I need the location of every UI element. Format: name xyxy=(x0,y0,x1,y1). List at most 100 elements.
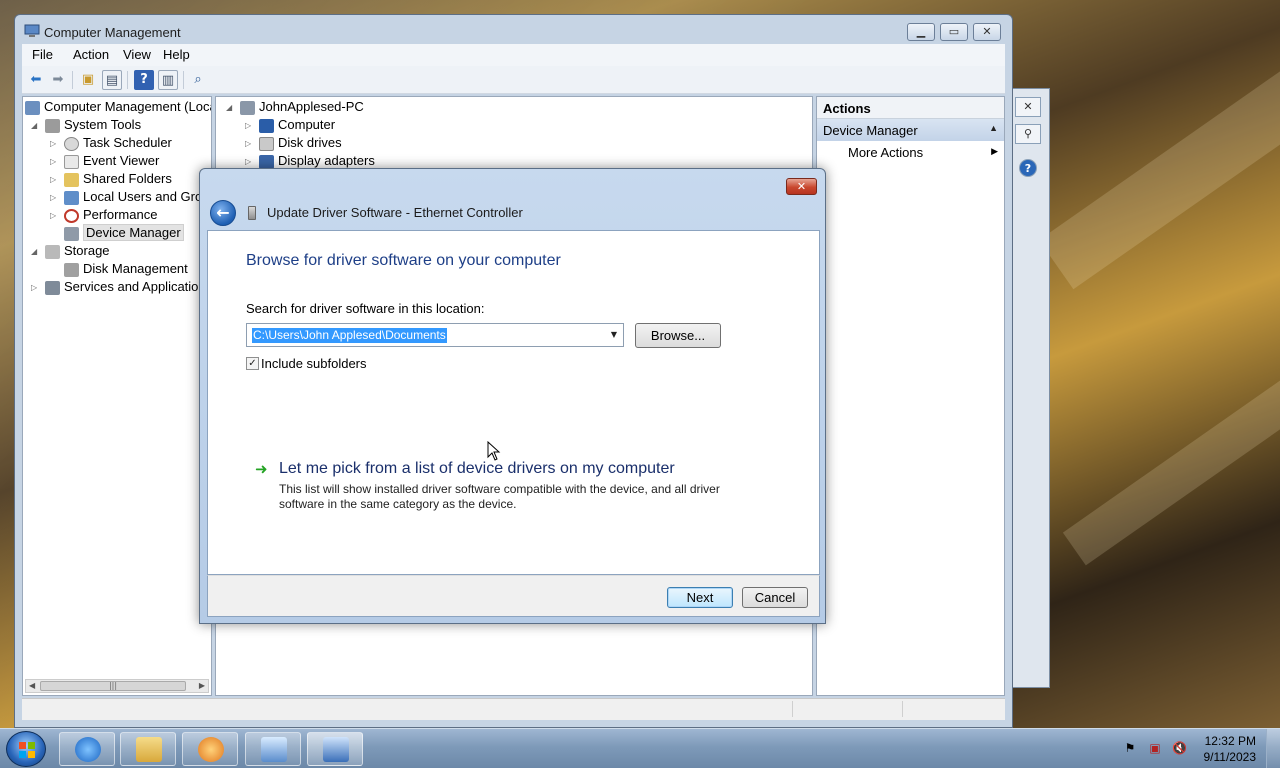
show-desktop-button[interactable] xyxy=(1266,729,1280,768)
collapse-section-icon[interactable]: ▲ xyxy=(989,123,998,133)
device-category-disk-drives[interactable]: ▷ Disk drives xyxy=(245,134,342,152)
menu-action[interactable]: Action xyxy=(73,47,109,62)
more-actions-item[interactable]: More Actions ▶ xyxy=(817,141,1004,163)
taskbar: ⚑ ▣ 🔇 12:32 PM 9/11/2023 xyxy=(0,728,1280,768)
search-icon[interactable]: ⚲ xyxy=(1015,124,1041,144)
expand-icon[interactable]: ▷ xyxy=(50,207,60,225)
services-icon xyxy=(45,280,60,295)
toolbar: ⬅ ➡ ▣ ▤ ? ▥ ⌕ xyxy=(22,66,1005,94)
forward-arrow-icon[interactable]: ➡ xyxy=(48,70,68,90)
search-location-label: Search for driver software in this locat… xyxy=(246,301,485,316)
folder-icon xyxy=(136,737,162,762)
volume-muted-icon[interactable]: 🔇 xyxy=(1172,741,1187,755)
maximize-button[interactable]: ▭ xyxy=(940,23,968,41)
dropdown-arrow-icon[interactable]: ▼ xyxy=(607,327,621,343)
computer-icon xyxy=(259,118,274,133)
tree-item-event-viewer[interactable]: ▷ Event Viewer xyxy=(50,152,159,170)
cancel-button[interactable]: Cancel xyxy=(742,587,808,608)
wallpaper-stripe xyxy=(1062,314,1280,566)
horizontal-scrollbar[interactable]: ◀ ||| ▶ xyxy=(25,679,209,693)
collapse-icon[interactable]: ◢ xyxy=(31,117,41,135)
actions-section-device-manager[interactable]: Device Manager ▲ xyxy=(817,119,1004,141)
dialog-title: Update Driver Software - Ethernet Contro… xyxy=(267,205,523,220)
device-root[interactable]: ◢ JohnApplesed-PC xyxy=(226,98,364,116)
back-button[interactable]: ← xyxy=(210,200,236,226)
driver-path-combobox[interactable]: C:\Users\John Applesed\Documents ▼ xyxy=(246,323,624,347)
expand-icon[interactable]: ▷ xyxy=(50,153,60,171)
media-player-icon xyxy=(198,737,224,762)
scan-hardware-icon[interactable]: ⌕ xyxy=(188,70,208,90)
dialog-close-button[interactable]: ✕ xyxy=(786,178,817,195)
computer-management-icon xyxy=(25,100,40,115)
status-cell xyxy=(792,701,793,717)
show-hide-tree-icon[interactable]: ▤ xyxy=(102,70,122,90)
tree-item-computer-management[interactable]: Computer Management (Local xyxy=(25,98,211,116)
start-button[interactable] xyxy=(6,731,46,767)
action-center-flag-icon[interactable]: ⚑ xyxy=(1123,741,1137,755)
scroll-right-icon[interactable]: ▶ xyxy=(199,680,205,692)
driver-path-value[interactable]: C:\Users\John Applesed\Documents xyxy=(252,328,447,343)
include-subfolders-checkbox[interactable]: ✓ xyxy=(246,357,259,370)
tree-item-task-scheduler[interactable]: ▷ Task Scheduler xyxy=(50,134,172,152)
toolbar-separator xyxy=(127,71,128,89)
menu-file[interactable]: File xyxy=(32,47,53,62)
taskbar-control-panel[interactable] xyxy=(245,732,301,766)
menu-view[interactable]: View xyxy=(123,47,151,62)
green-arrow-icon: ➜ xyxy=(255,460,268,478)
include-subfolders-label[interactable]: Include subfolders xyxy=(261,356,367,371)
help-icon[interactable]: ? xyxy=(1019,159,1037,177)
tools-icon xyxy=(45,118,60,133)
up-folder-icon[interactable]: ▣ xyxy=(78,70,98,90)
device-category-computer[interactable]: ▷ Computer xyxy=(245,116,335,134)
close-icon[interactable]: ✕ xyxy=(1015,97,1041,117)
users-icon xyxy=(64,190,79,205)
tree-item-device-manager[interactable]: Device Manager xyxy=(60,224,184,242)
disk-icon xyxy=(64,262,79,277)
taskbar-computer-management[interactable] xyxy=(307,732,363,766)
browse-button[interactable]: Browse... xyxy=(635,323,721,348)
storage-icon xyxy=(45,244,60,259)
tree-item-shared-folders[interactable]: ▷ Shared Folders xyxy=(50,170,172,188)
scrollbar-thumb[interactable]: ||| xyxy=(40,681,186,691)
network-icon[interactable]: ▣ xyxy=(1148,741,1162,755)
expand-icon[interactable]: ▷ xyxy=(50,171,60,189)
control-panel-icon xyxy=(261,737,287,762)
toolbar-separator xyxy=(183,71,184,89)
mouse-cursor-icon xyxy=(487,441,501,461)
menu-help[interactable]: Help xyxy=(163,47,190,62)
expand-icon[interactable]: ▷ xyxy=(50,135,60,153)
title-bar[interactable]: Computer Management ▁ ▭ ✕ xyxy=(15,15,1012,47)
scroll-left-icon[interactable]: ◀ xyxy=(29,680,35,692)
tree-item-performance[interactable]: ▷ Performance xyxy=(50,206,157,224)
dialog-content: Browse for driver software on your compu… xyxy=(207,230,820,575)
clock-icon xyxy=(64,136,79,151)
computer-management-icon xyxy=(323,737,349,762)
expand-icon[interactable]: ▷ xyxy=(31,279,41,297)
clock-time[interactable]: 12:32 PM xyxy=(1205,734,1256,748)
taskbar-media-player[interactable] xyxy=(182,732,238,766)
tree-item-storage[interactable]: ◢ Storage xyxy=(31,242,110,260)
collapse-icon[interactable]: ◢ xyxy=(226,99,236,117)
collapse-icon[interactable]: ◢ xyxy=(31,243,41,261)
tree-item-system-tools[interactable]: ◢ System Tools xyxy=(31,116,141,134)
next-button[interactable]: Next xyxy=(667,587,733,608)
expand-icon[interactable]: ▷ xyxy=(50,189,60,207)
tree-item-local-users[interactable]: ▷ Local Users and Group xyxy=(50,188,211,207)
taskbar-internet-explorer[interactable] xyxy=(59,732,115,766)
tree-item-services-applications[interactable]: ▷ Services and Applications xyxy=(31,278,211,297)
expand-icon[interactable]: ▷ xyxy=(245,117,255,135)
device-icon xyxy=(248,206,256,220)
expand-icon[interactable]: ▷ xyxy=(245,135,255,153)
pick-from-list-link[interactable]: Let me pick from a list of device driver… xyxy=(279,460,675,478)
show-hide-action-pane-icon[interactable]: ▥ xyxy=(158,70,178,90)
close-button[interactable]: ✕ xyxy=(973,23,1001,41)
taskbar-file-explorer[interactable] xyxy=(120,732,176,766)
minimize-button[interactable]: ▁ xyxy=(907,23,935,41)
disk-drive-icon xyxy=(259,136,274,151)
help-icon[interactable]: ? xyxy=(134,70,154,90)
tree-item-disk-management[interactable]: Disk Management xyxy=(60,260,188,278)
status-cell xyxy=(902,701,903,717)
clock-date[interactable]: 9/11/2023 xyxy=(1204,750,1257,764)
back-arrow-icon[interactable]: ⬅ xyxy=(26,70,46,90)
more-actions-label: More Actions xyxy=(848,145,924,160)
